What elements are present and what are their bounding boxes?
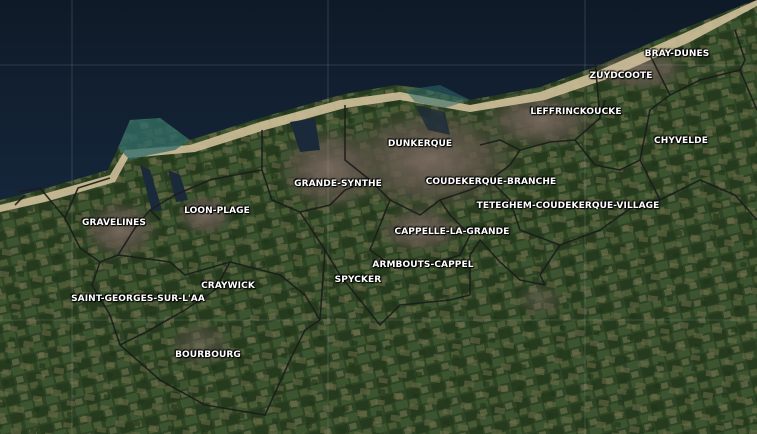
label-bray-dunes[interactable]: BRAY-DUNES <box>645 49 710 59</box>
label-gravelines[interactable]: GRAVELINES <box>82 218 146 228</box>
label-cappelle-la-grande[interactable]: CAPPELLE-LA-GRANDE <box>395 227 510 237</box>
label-coudekerque-branche[interactable]: COUDEKERQUE-BRANCHE <box>426 177 557 187</box>
label-spycker[interactable]: SPYCKER <box>335 275 382 285</box>
label-leffrinckoucke[interactable]: LEFFRINCKOUCKE <box>530 107 621 117</box>
label-craywick[interactable]: CRAYWICK <box>201 281 255 291</box>
satellite-basemap <box>0 0 757 434</box>
label-bourbourg[interactable]: BOURBOURG <box>175 350 241 360</box>
label-saint-georges-sur-l-aa[interactable]: SAINT-GEORGES-SUR-L'AA <box>71 294 205 304</box>
label-zuydcoote[interactable]: ZUYDCOOTE <box>590 71 653 81</box>
label-dunkerque[interactable]: DUNKERQUE <box>388 139 452 149</box>
label-teteghem-coudekerque-village[interactable]: TETEGHEM-COUDEKERQUE-VILLAGE <box>477 201 660 211</box>
label-loon-plage[interactable]: LOON-PLAGE <box>184 206 250 216</box>
label-chyvelde[interactable]: CHYVELDE <box>654 136 708 146</box>
map[interactable]: BRAY-DUNES ZUYDCOOTE LEFFRINCKOUCKE CHYV… <box>0 0 757 434</box>
label-grande-synthe[interactable]: GRANDE-SYNTHE <box>294 179 382 189</box>
label-armbouts-cappel[interactable]: ARMBOUTS-CAPPEL <box>372 260 473 270</box>
